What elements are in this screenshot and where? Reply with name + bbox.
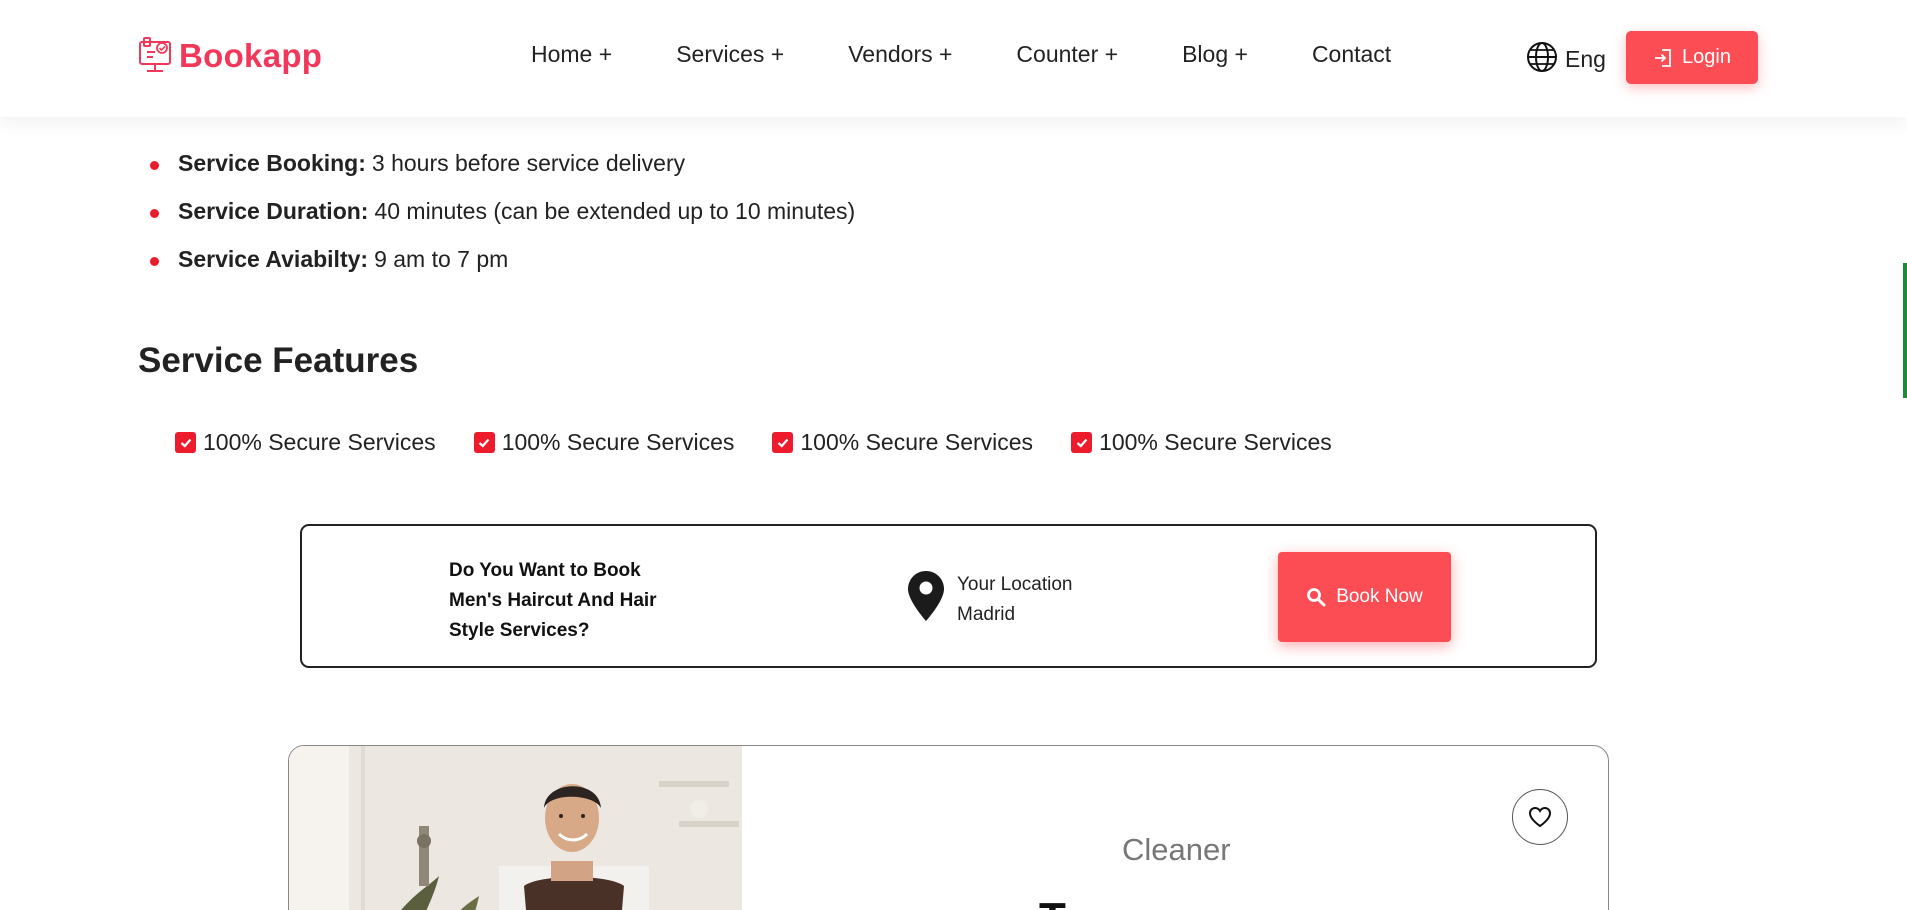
main-nav: Home + Services + Vendors + Counter + Bl… xyxy=(531,41,1391,68)
vendor-photo xyxy=(289,746,742,910)
feature-item: 100% Secure Services xyxy=(1071,429,1332,456)
feature-item: 100% Secure Services xyxy=(175,429,436,456)
location-pin-icon xyxy=(907,570,945,627)
logo-icon xyxy=(137,36,173,76)
nav-home[interactable]: Home + xyxy=(531,41,612,68)
feature-item: 100% Secure Services xyxy=(772,429,1033,456)
info-label: Service Aviabilty: xyxy=(178,246,369,272)
info-value: 3 hours before service delivery xyxy=(371,150,686,176)
list-item: Service Duration: 40 minutes (can be exte… xyxy=(150,198,855,246)
vendor-title: T xyxy=(1039,894,1066,910)
scrollbar-thumb[interactable] xyxy=(1903,263,1907,398)
search-icon xyxy=(1307,588,1326,607)
login-label: Login xyxy=(1682,46,1731,68)
feature-label: 100% Secure Services xyxy=(203,429,436,455)
info-value: 40 minutes (can be extended up to 10 min… xyxy=(374,198,856,224)
brand-logo[interactable]: Bookapp xyxy=(137,36,322,76)
bullet-icon xyxy=(150,161,159,170)
feature-label: 100% Secure Services xyxy=(800,429,1034,455)
location-label: Your Location xyxy=(957,574,1073,595)
info-value: 9 am to 7 pm xyxy=(374,246,509,272)
book-now-button[interactable]: Book Now xyxy=(1278,552,1451,642)
list-item: Service Booking: 3 hours before service d… xyxy=(150,150,855,198)
vendor-category: Cleaner xyxy=(1122,832,1231,867)
bullet-icon xyxy=(150,257,159,266)
check-icon xyxy=(772,432,794,453)
check-icon xyxy=(175,432,196,453)
feature-label: 100% Secure Services xyxy=(1099,429,1332,455)
favorite-button[interactable] xyxy=(1512,789,1568,845)
location-info: Your Location Madrid xyxy=(907,570,1073,630)
heart-icon xyxy=(1528,806,1552,828)
booking-card: Do You Want to Book Men's Haircut And Ha… xyxy=(300,524,1597,668)
list-item: Service Aviabilty: 9 am to 7 pm xyxy=(150,246,855,294)
globe-icon xyxy=(1526,41,1558,78)
check-icon xyxy=(1071,432,1093,453)
site-header: Bookapp Home + Services + Vendors + Coun… xyxy=(0,0,1907,117)
brand-name: Bookapp xyxy=(179,37,323,74)
nav-blog[interactable]: Blog + xyxy=(1182,41,1248,68)
feature-item: 100% Secure Services xyxy=(473,429,735,456)
service-info-list: Service Booking: 3 hours before service d… xyxy=(150,150,855,294)
nav-counter[interactable]: Counter + xyxy=(1016,41,1118,68)
check-icon xyxy=(473,432,495,453)
bullet-icon xyxy=(150,209,159,218)
language-selector[interactable]: Eng xyxy=(1526,41,1606,78)
language-label: Eng xyxy=(1565,46,1606,72)
nav-vendors[interactable]: Vendors + xyxy=(848,41,952,68)
book-now-label: Book Now xyxy=(1336,586,1423,607)
feature-label: 100% Secure Services xyxy=(501,429,735,455)
location-value: Madrid xyxy=(957,604,1016,625)
section-title: Service Features xyxy=(138,341,419,380)
login-button[interactable]: Login xyxy=(1626,31,1758,84)
info-label: Service Duration: xyxy=(178,198,369,224)
login-icon xyxy=(1655,48,1671,67)
nav-services[interactable]: Services + xyxy=(676,41,784,68)
nav-contact[interactable]: Contact xyxy=(1312,41,1391,68)
booking-question: Do You Want to Book Men's Haircut And Ha… xyxy=(449,560,657,641)
feature-list: 100% Secure Services 100% Secure Service… xyxy=(175,429,1370,456)
vendor-card[interactable]: Cleaner T xyxy=(288,745,1609,910)
info-label: Service Booking: xyxy=(178,150,366,176)
